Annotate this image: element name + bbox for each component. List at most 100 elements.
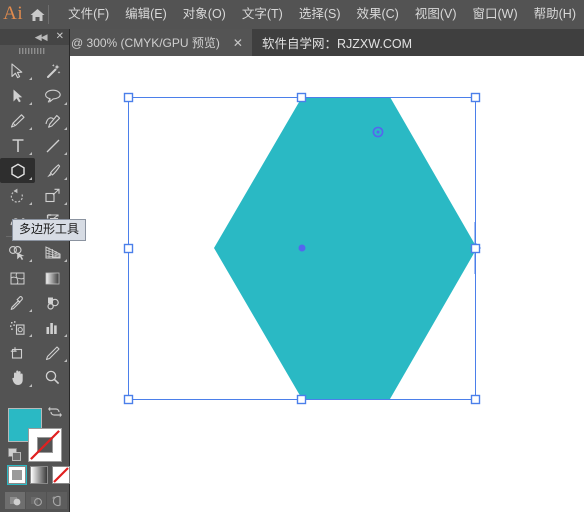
menu-window[interactable]: 窗口(W) xyxy=(465,4,526,25)
direct-selection-tool[interactable] xyxy=(0,83,35,108)
magic-wand-tool[interactable] xyxy=(35,58,70,83)
menu-effect[interactable]: 效果(C) xyxy=(348,4,406,25)
tool-flyout-marker xyxy=(64,259,67,262)
stroke-color-swatch[interactable] xyxy=(28,428,62,462)
draw-inside-button[interactable] xyxy=(47,492,67,509)
collapse-icon[interactable]: ◀◀ xyxy=(35,32,48,42)
home-icon-glyph xyxy=(30,8,45,21)
menu-edit[interactable]: 编辑(E) xyxy=(117,4,175,25)
tool-flyout-marker xyxy=(29,334,32,337)
menu-type[interactable]: 文字(T) xyxy=(234,4,291,25)
selection-tool[interactable] xyxy=(0,58,35,83)
gradient-tool[interactable] xyxy=(35,265,70,290)
tool-flyout-marker xyxy=(29,384,32,387)
draw-behind-button[interactable] xyxy=(26,492,46,509)
paintbrush-icon xyxy=(46,163,60,177)
scale-tool[interactable] xyxy=(35,183,70,208)
hand-icon xyxy=(11,370,23,385)
magnifier-icon xyxy=(45,370,60,385)
polygon-hexagon-icon xyxy=(10,162,25,179)
tool-flyout-marker xyxy=(64,334,67,337)
menu-object[interactable]: 对象(O) xyxy=(175,4,234,25)
none-mode-button[interactable] xyxy=(52,466,70,484)
menu-view[interactable]: 视图(V) xyxy=(407,4,465,25)
perspective-grid-tool[interactable] xyxy=(35,240,70,265)
solid-arrow-icon xyxy=(13,89,23,102)
rotate-tool[interactable] xyxy=(0,183,35,208)
slice-tool[interactable] xyxy=(35,340,70,365)
mesh-icon xyxy=(10,272,25,284)
document-tab[interactable]: @ 300% (CMYK/GPU 预览) ✕ xyxy=(63,29,252,56)
curvature-tool[interactable] xyxy=(35,108,70,133)
watermark-text: 软件自学网：RJZXW.COM xyxy=(262,37,412,51)
tool-flyout-marker xyxy=(29,309,32,312)
color-swatch-area xyxy=(0,400,70,512)
symbol-sprayer-tool[interactable] xyxy=(0,315,35,340)
perspective-grid-icon xyxy=(45,245,60,258)
gradient-icon xyxy=(31,467,47,483)
magic-wand-icon xyxy=(46,63,60,78)
menu-divider xyxy=(48,5,50,24)
column-graph-tool[interactable] xyxy=(35,315,70,340)
swap-fill-stroke-icon[interactable] xyxy=(48,405,62,424)
shape-builder-icon xyxy=(9,245,25,260)
center-anchor-point xyxy=(298,244,306,252)
color-mode-button[interactable] xyxy=(7,465,27,485)
line-segment-tool[interactable] xyxy=(35,133,70,158)
close-icon[interactable]: ✕ xyxy=(233,37,243,49)
blend-tool[interactable] xyxy=(35,290,70,315)
menu-select[interactable]: 选择(S) xyxy=(291,4,349,25)
arrow-cursor-icon xyxy=(11,62,23,78)
type-tool[interactable] xyxy=(0,133,35,158)
solid-color-icon xyxy=(12,470,22,480)
panel-drag-grip[interactable] xyxy=(0,45,69,58)
menu-file[interactable]: 文件(F) xyxy=(60,4,117,25)
draw-normal-icon xyxy=(9,496,20,505)
tool-flyout-marker xyxy=(29,127,32,130)
document-tab-label: @ 300% (CMYK/GPU 预览) xyxy=(71,35,220,50)
draw-normal-button[interactable] xyxy=(5,492,25,509)
artboard-tool[interactable] xyxy=(0,340,35,365)
eyedropper-tool[interactable] xyxy=(0,290,35,315)
shape-builder-tool[interactable] xyxy=(0,240,35,265)
home-icon[interactable] xyxy=(26,7,48,23)
polygon-tool[interactable] xyxy=(0,158,35,183)
handle-middle-right xyxy=(470,243,481,254)
pen-tool[interactable] xyxy=(0,108,35,133)
tool-flyout-marker xyxy=(64,127,67,130)
scale-box-icon xyxy=(45,188,60,202)
rotate-arrow-icon xyxy=(10,188,23,203)
type-t-icon xyxy=(12,138,23,152)
default-colors-icon[interactable] xyxy=(8,448,23,468)
polygon-hexagon-shape[interactable] xyxy=(214,97,477,399)
live-corner-widget[interactable] xyxy=(372,126,384,138)
tools-panel: ◀◀ ✕ 多边形工具 xyxy=(0,29,87,512)
symbol-sprayer-icon xyxy=(9,320,25,335)
paintbrush-tool[interactable] xyxy=(35,158,70,183)
polygon-side-widget[interactable] xyxy=(470,222,481,274)
selection-handles[interactable] xyxy=(123,92,481,405)
none-icon xyxy=(53,467,69,483)
mesh-tool[interactable] xyxy=(0,265,35,290)
paint-mode-row xyxy=(7,465,70,485)
tool-flyout-marker xyxy=(29,152,32,155)
handle-top-right xyxy=(470,92,481,103)
tool-flyout-marker xyxy=(29,177,32,180)
pen-nib-icon xyxy=(10,113,25,128)
menu-help[interactable]: 帮助(H) xyxy=(526,4,584,25)
handle-middle-left xyxy=(123,243,134,254)
handle-bottom-right xyxy=(470,394,481,405)
tool-flyout-marker xyxy=(64,152,67,155)
draw-inside-icon xyxy=(52,495,61,506)
handle-top-left xyxy=(123,92,134,103)
gradient-mode-button[interactable] xyxy=(30,466,48,484)
zoom-tool[interactable] xyxy=(35,365,70,390)
tool-flyout-marker xyxy=(29,102,32,105)
default-colors-icon-glyph xyxy=(8,448,21,461)
close-icon[interactable]: ✕ xyxy=(56,32,64,42)
canvas-area[interactable] xyxy=(70,56,584,512)
lasso-tool[interactable] xyxy=(35,83,70,108)
eyedropper-icon xyxy=(10,295,23,310)
hand-tool[interactable] xyxy=(0,365,35,390)
tool-flyout-marker xyxy=(64,102,67,105)
